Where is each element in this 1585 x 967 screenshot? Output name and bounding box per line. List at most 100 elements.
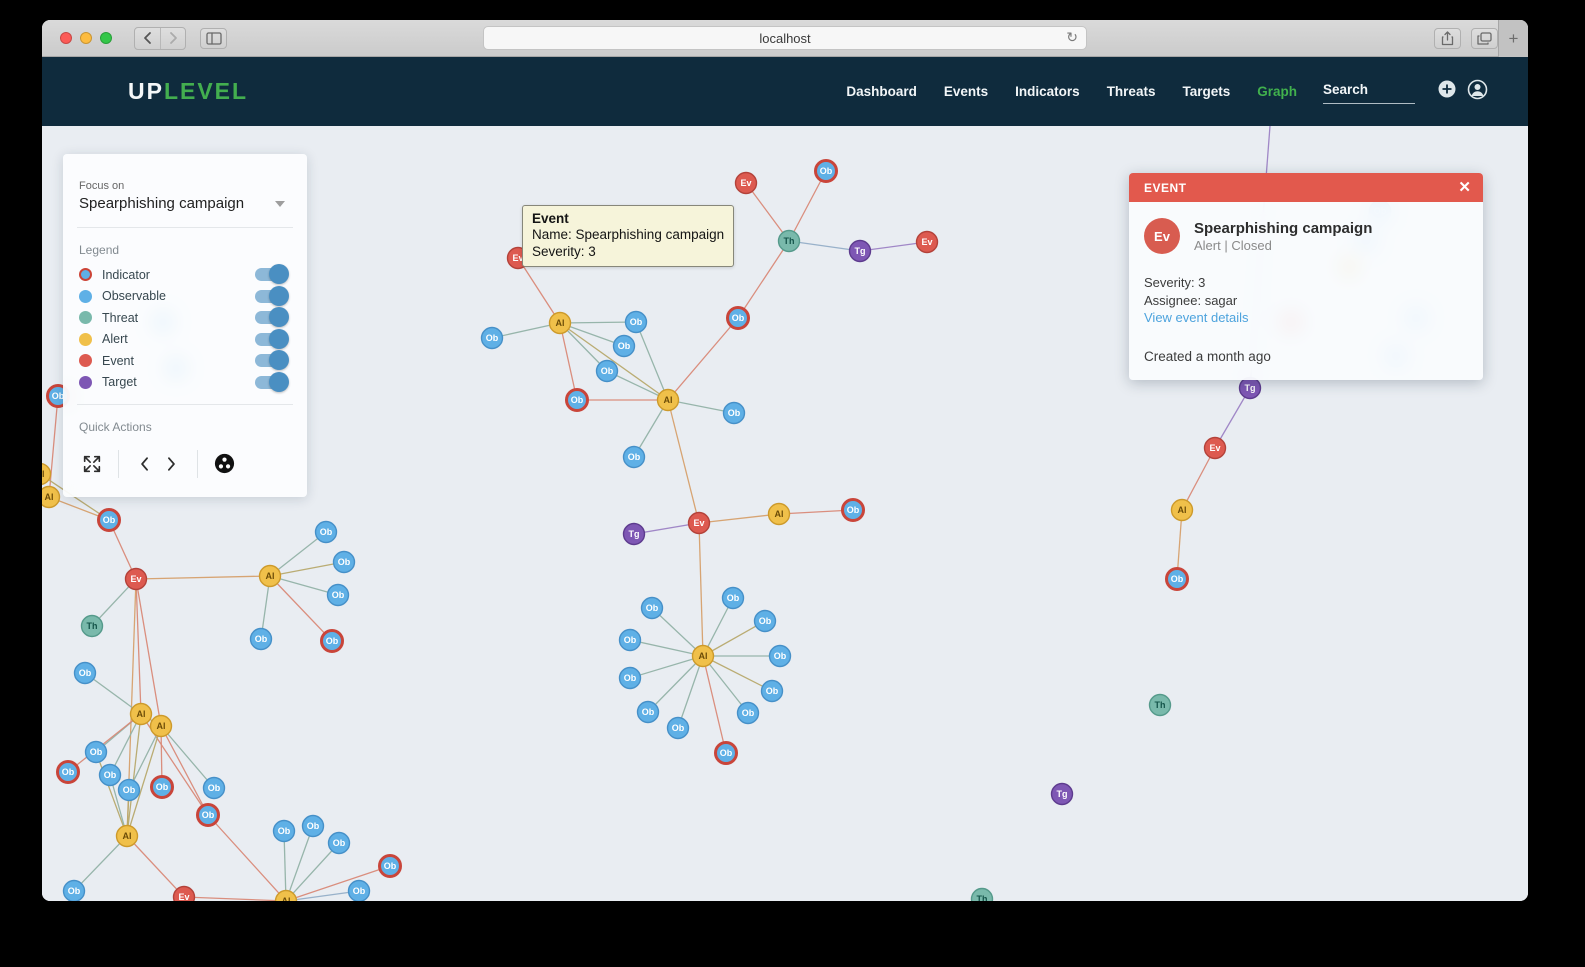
graph-node-ob-indicator[interactable]: Ob — [841, 498, 865, 522]
graph-node-ob-indicator[interactable]: Ob — [726, 306, 750, 330]
graph-node-ob-indicator[interactable]: Ob — [97, 508, 121, 532]
graph-node-ob[interactable]: Ob — [760, 679, 784, 703]
graph-node-ob[interactable]: Ob — [326, 583, 350, 607]
graph-node-ob[interactable]: Ob — [301, 814, 325, 838]
graph-node-ev[interactable]: Ev — [1203, 436, 1227, 460]
nav-item-events[interactable]: Events — [944, 84, 988, 99]
graph-node-ob-indicator[interactable]: Ob — [378, 854, 402, 878]
nav-item-dashboard[interactable]: Dashboard — [846, 84, 917, 99]
fit-view-button[interactable] — [79, 451, 105, 477]
graph-node-ob-indicator[interactable]: Ob — [814, 159, 838, 183]
graph-node-ob[interactable]: Ob — [618, 628, 642, 652]
close-icon[interactable]: ✕ — [1458, 180, 1471, 195]
toggle-observable[interactable] — [255, 285, 289, 306]
graph-node-ob[interactable]: Ob — [622, 445, 646, 469]
new-tab-button[interactable]: + — [1498, 20, 1528, 57]
toggle-event[interactable] — [255, 350, 289, 370]
graph-node-ob[interactable]: Ob — [753, 609, 777, 633]
share-button[interactable] — [1434, 28, 1461, 49]
graph-node-ob[interactable]: Ob — [612, 334, 636, 358]
minimize-window-button[interactable] — [80, 32, 92, 44]
add-button[interactable] — [1437, 79, 1457, 104]
graph-node-ob[interactable]: Ob — [314, 520, 338, 544]
graph-node-ob[interactable]: Ob — [332, 550, 356, 574]
graph-node-tg[interactable]: Tg — [848, 239, 872, 263]
nav-item-indicators[interactable]: Indicators — [1015, 84, 1080, 99]
graph-node-ob[interactable]: Ob — [84, 740, 108, 764]
graph-node-ob[interactable]: Ob — [117, 778, 141, 802]
graph-node-th[interactable]: Th — [777, 229, 801, 253]
graph-node-ob-indicator[interactable]: Ob — [1165, 567, 1189, 591]
graph-node-ob[interactable]: Ob — [73, 661, 97, 685]
graph-node-al[interactable]: Al — [656, 388, 680, 412]
graph-node-ob[interactable]: Ob — [595, 359, 619, 383]
graph-node-ev[interactable]: Ev — [124, 567, 148, 591]
graph-node-ob[interactable]: Ob — [202, 776, 226, 800]
previous-button[interactable] — [132, 451, 158, 477]
nav-item-graph[interactable]: Graph — [1257, 84, 1297, 99]
forward-button[interactable] — [160, 27, 185, 49]
graph-node-al[interactable]: Al — [129, 702, 153, 726]
nav-item-threats[interactable]: Threats — [1107, 84, 1156, 99]
graph-node-ob[interactable]: Ob — [640, 596, 664, 620]
address-bar[interactable]: localhost ↻ — [483, 26, 1087, 50]
graph-node-al[interactable]: Al — [115, 824, 139, 848]
graph-node-ev[interactable]: Ev — [734, 171, 758, 195]
graph-node-tg[interactable]: Tg — [622, 522, 646, 546]
toggle-alert[interactable] — [255, 328, 289, 349]
graph-node-ob-indicator[interactable]: Ob — [150, 775, 174, 799]
graph-node-al[interactable]: Al — [42, 462, 52, 486]
graph-node-ob-indicator[interactable]: Ob — [196, 803, 220, 827]
graph-node-ob[interactable]: Ob — [666, 716, 690, 740]
toggle-target[interactable] — [255, 371, 289, 392]
close-window-button[interactable] — [60, 32, 72, 44]
graph-node-th[interactable]: Th — [970, 887, 994, 902]
graph-canvas[interactable]: Ev Ob Th Tg Ev Ev Al Ob Ob Ob Ob Ob Ob Al Ob Ob Tg Ev Al Ob… — [42, 126, 1528, 901]
focus-select[interactable]: Spearphishing campaign — [79, 195, 291, 212]
graph-node-al[interactable]: Al — [767, 502, 791, 526]
graph-node-ob[interactable]: Ob — [618, 666, 642, 690]
toggle-threat[interactable] — [255, 307, 289, 327]
graph-node-ob[interactable]: Ob — [736, 701, 760, 725]
view-event-details-link[interactable]: View event details — [1144, 310, 1249, 325]
graph-node-tg[interactable]: Tg — [1050, 782, 1074, 806]
graph-node-al[interactable]: Al — [149, 714, 173, 738]
graph-node-ob-indicator[interactable]: Ob — [714, 741, 738, 765]
graph-node-al[interactable]: Al — [691, 644, 715, 668]
graph-node-ob[interactable]: Ob — [62, 879, 86, 902]
graph-node-ob-indicator[interactable]: Ob — [56, 760, 80, 784]
nav-item-targets[interactable]: Targets — [1182, 84, 1230, 99]
graph-node-tg[interactable]: Tg — [1238, 376, 1262, 400]
back-button[interactable] — [135, 28, 160, 49]
toggle-indicator[interactable] — [255, 264, 289, 284]
search-input[interactable] — [1323, 79, 1415, 104]
sidebar-button[interactable] — [200, 27, 227, 49]
graph-node-ob[interactable]: Ob — [327, 831, 351, 855]
graph-node-al[interactable]: Al — [258, 564, 282, 588]
graph-node-th[interactable]: Th — [1148, 693, 1172, 717]
tab-overview-button[interactable] — [1471, 28, 1498, 49]
graph-node-ob[interactable]: Ob — [98, 763, 122, 787]
graph-node-th[interactable]: Th — [80, 614, 104, 638]
graph-node-ob-indicator[interactable]: Ob — [320, 629, 344, 653]
graph-node-ev[interactable]: Ev — [915, 230, 939, 254]
graph-node-ob[interactable]: Ob — [347, 879, 371, 902]
graph-node-ob[interactable]: Ob — [636, 700, 660, 724]
graph-node-ob-indicator[interactable]: Ob — [565, 388, 589, 412]
graph-node-al[interactable]: Al — [42, 485, 61, 509]
graph-node-ev[interactable]: Ev — [172, 885, 196, 902]
graph-node-al[interactable]: Al — [1170, 498, 1194, 522]
graph-node-ob[interactable]: Ob — [624, 310, 648, 334]
next-button[interactable] — [158, 451, 184, 477]
graph-node-ob[interactable]: Ob — [480, 326, 504, 350]
graph-node-ob[interactable]: Ob — [249, 627, 273, 651]
cluster-button[interactable] — [211, 451, 237, 477]
graph-node-ob[interactable]: Ob — [721, 586, 745, 610]
user-menu-button[interactable] — [1467, 79, 1488, 105]
graph-node-ob[interactable]: Ob — [272, 819, 296, 843]
reload-icon[interactable]: ↻ — [1066, 29, 1078, 46]
graph-node-al[interactable]: Al — [548, 311, 572, 335]
zoom-window-button[interactable] — [100, 32, 112, 44]
graph-node-ev[interactable]: Ev — [687, 511, 711, 535]
graph-node-ob[interactable]: Ob — [768, 644, 792, 668]
